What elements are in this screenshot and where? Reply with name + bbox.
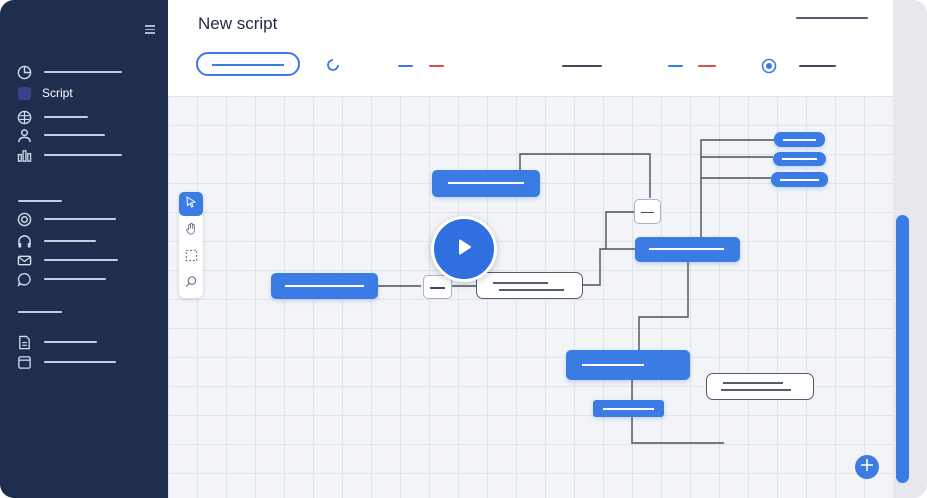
flow-node-small[interactable] — [773, 152, 826, 166]
hand-icon — [185, 222, 198, 240]
add-node-button[interactable] — [855, 455, 879, 479]
flow-node-small[interactable] — [774, 132, 825, 147]
select-box-icon — [185, 249, 198, 267]
tool-zoom[interactable] — [179, 272, 203, 296]
app-window: Script New script — [0, 0, 927, 498]
flow-node-outline[interactable] — [476, 272, 583, 299]
flow-node[interactable] — [635, 237, 740, 262]
flow-node[interactable] — [432, 170, 540, 197]
flow-node[interactable] — [566, 350, 690, 380]
tool-pan[interactable] — [179, 219, 203, 243]
collapse-branch-button[interactable] — [423, 275, 452, 299]
collapse-branch-button[interactable] — [634, 199, 661, 224]
cursor-icon — [185, 195, 197, 213]
play-video-button[interactable] — [431, 216, 497, 282]
play-icon — [453, 236, 475, 263]
tool-select[interactable] — [179, 192, 203, 216]
flow-node-small[interactable] — [771, 172, 828, 187]
flow-node[interactable] — [271, 273, 378, 299]
plus-icon — [860, 458, 874, 477]
search-icon — [185, 275, 198, 293]
flow-node-outline[interactable] — [706, 373, 814, 400]
vertical-scrollbar[interactable] — [896, 215, 909, 483]
canvas-toolbox — [179, 192, 203, 298]
tool-marquee[interactable] — [179, 246, 203, 270]
flow-node-small[interactable] — [593, 400, 664, 417]
